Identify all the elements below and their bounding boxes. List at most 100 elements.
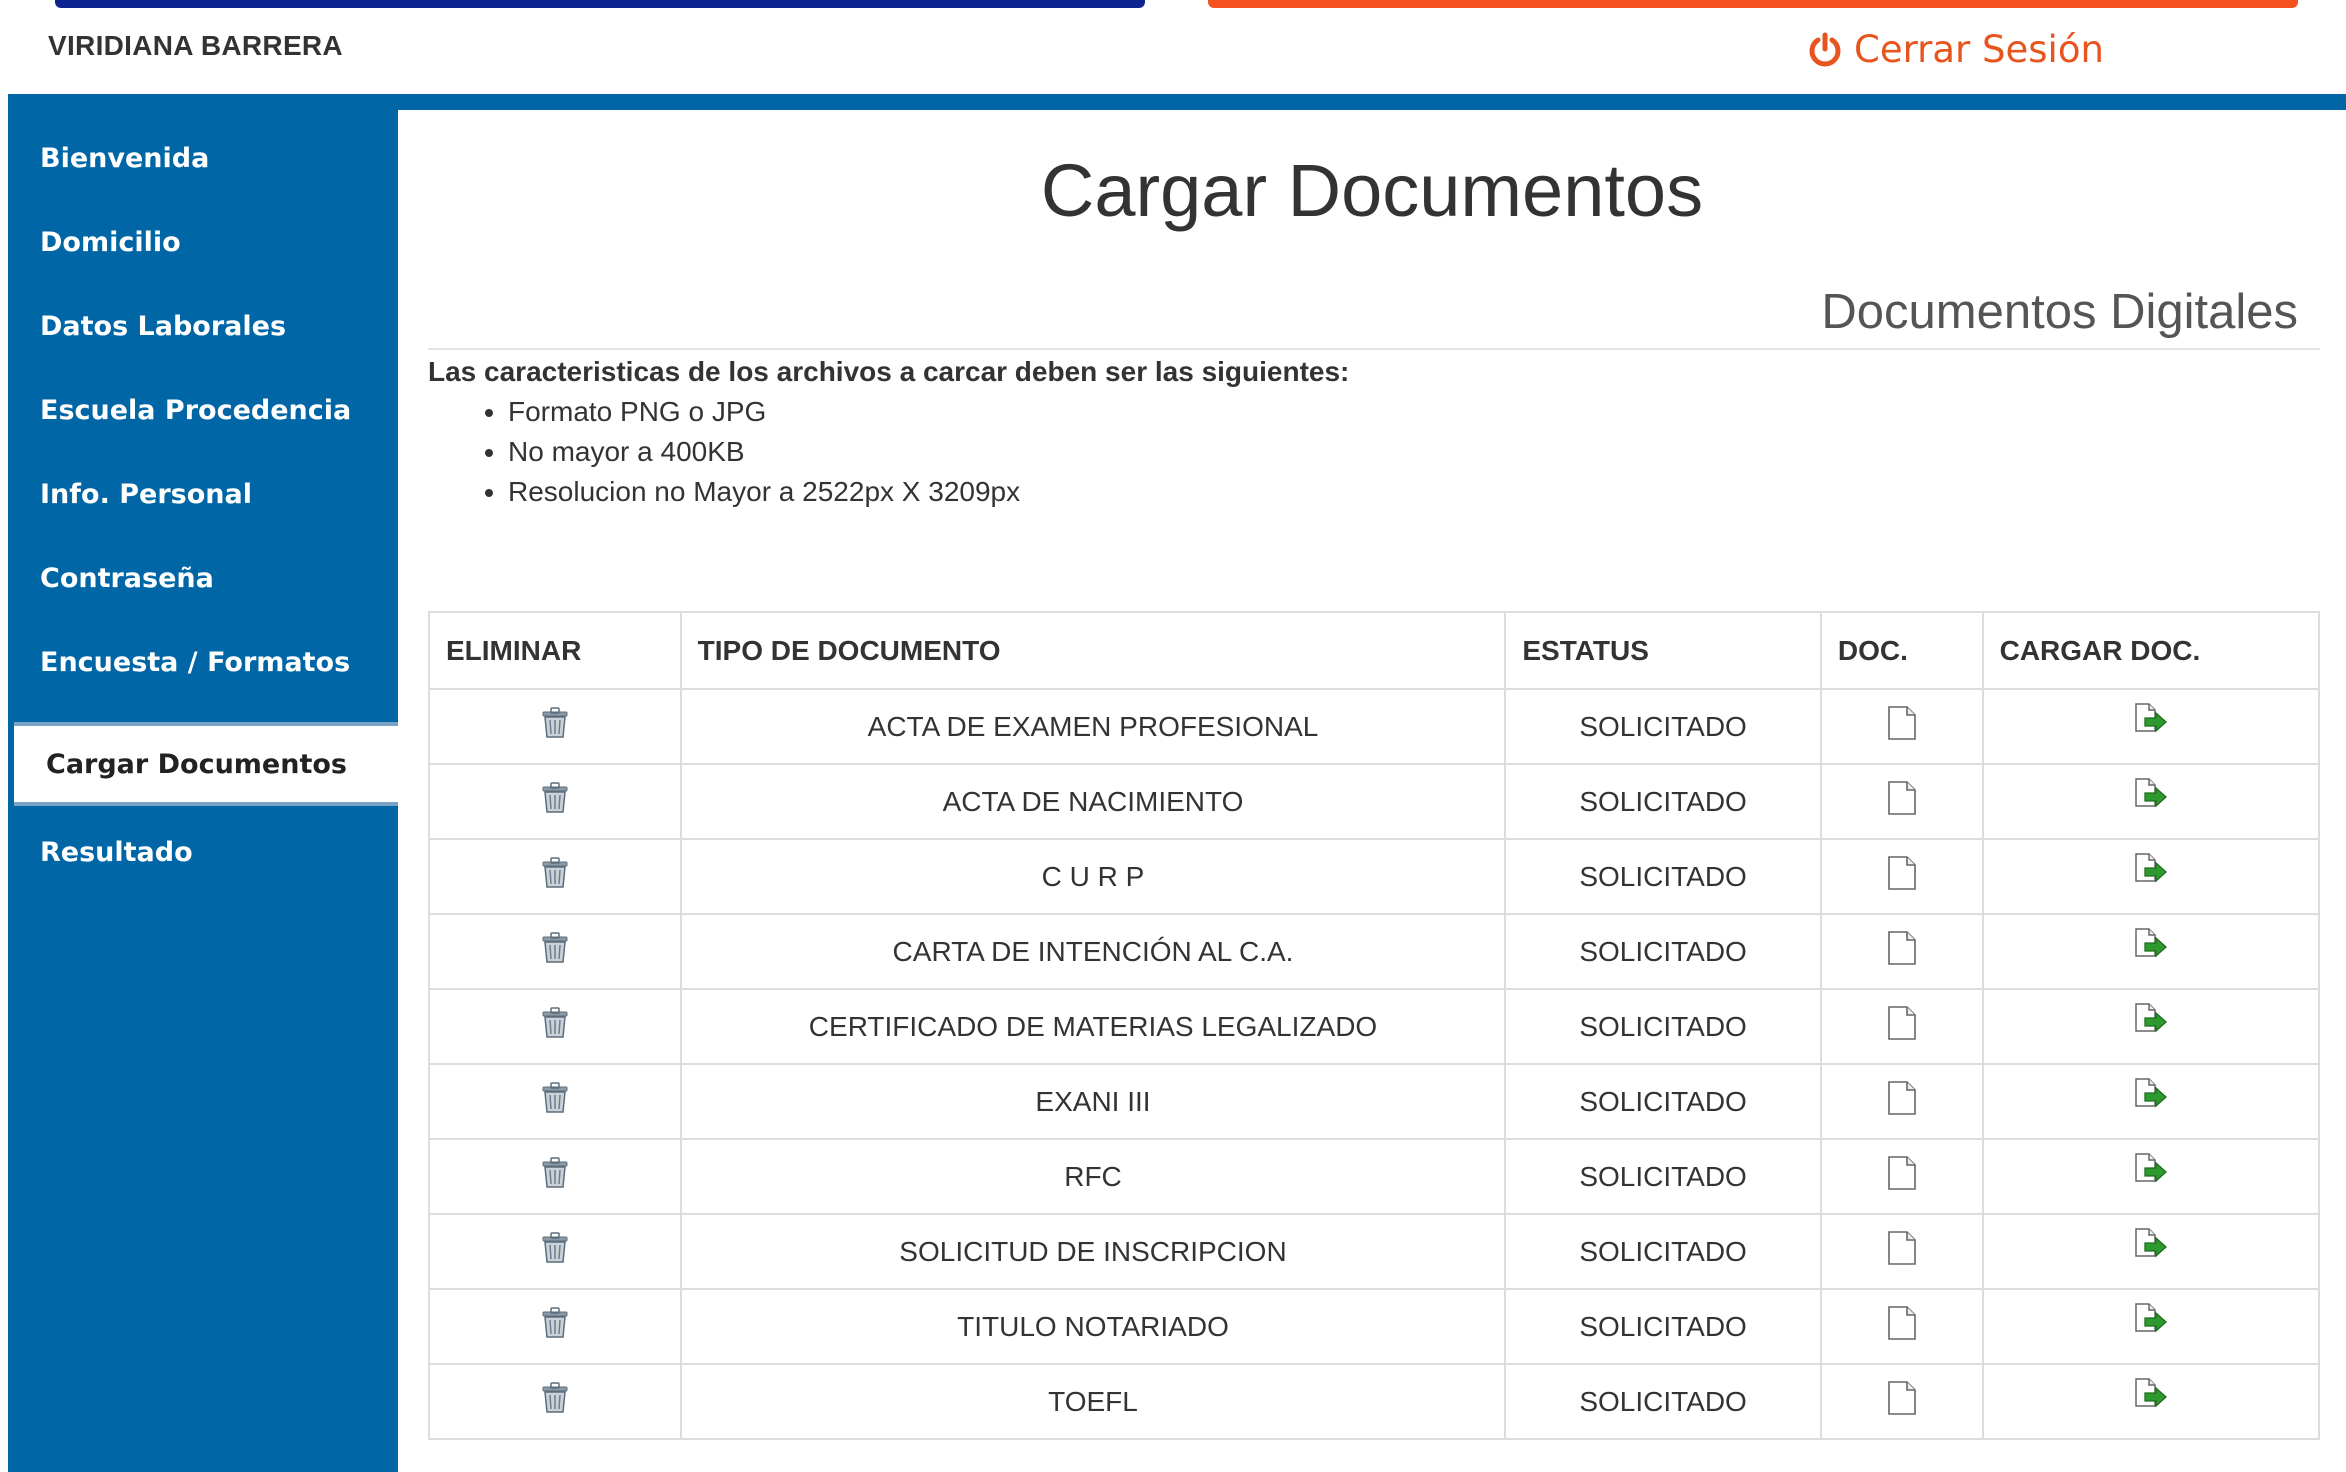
document-icon[interactable] — [1887, 856, 1917, 897]
cell-doc — [1819, 1363, 1984, 1440]
cell-cargar-doc — [1981, 1213, 2321, 1290]
sidebar-item-contrasena[interactable]: Contraseña — [8, 536, 398, 620]
requirement-item: No mayor a 400KB — [508, 432, 1020, 472]
cell-tipo-documento: CARTA DE INTENCIÓN AL C.A. — [679, 913, 1507, 990]
sidebar-item-info-personal[interactable]: Info. Personal — [8, 452, 398, 536]
cell-cargar-doc — [1981, 1138, 2321, 1215]
document-icon[interactable] — [1887, 706, 1917, 747]
cell-cargar-doc — [1981, 1063, 2321, 1140]
left-gutter — [0, 0, 8, 1472]
status-label: SOLICITADO — [1579, 860, 1747, 892]
sidebar-item-escuela-procedencia[interactable]: Escuela Procedencia — [8, 368, 398, 452]
header-orange-bar — [1208, 0, 2298, 8]
section-title: Documentos Digitales — [1821, 285, 2298, 339]
trash-icon[interactable] — [540, 1082, 570, 1121]
cell-tipo-documento: ACTA DE EXAMEN PROFESIONAL — [679, 688, 1507, 765]
document-icon[interactable] — [1887, 781, 1917, 822]
cell-doc — [1819, 988, 1984, 1065]
upload-arrow-icon[interactable] — [2134, 1153, 2168, 1192]
cell-estatus: SOLICITADO — [1504, 763, 1822, 840]
document-type-label: C U R P — [1041, 860, 1145, 892]
cell-cargar-doc — [1981, 838, 2321, 915]
status-label: SOLICITADO — [1579, 1385, 1747, 1417]
document-icon[interactable] — [1887, 1381, 1917, 1422]
cell-tipo-documento: EXANI III — [679, 1063, 1507, 1140]
sidebar-item-label: Datos Laborales — [40, 310, 287, 342]
header-blue-bar — [55, 0, 1145, 8]
sidebar-item-label: Escuela Procedencia — [40, 394, 352, 426]
cell-doc — [1819, 913, 1984, 990]
cell-estatus: SOLICITADO — [1504, 988, 1822, 1065]
cell-estatus: SOLICITADO — [1504, 1063, 1822, 1140]
document-icon[interactable] — [1887, 1156, 1917, 1197]
upload-arrow-icon[interactable] — [2134, 778, 2168, 817]
sidebar-item-bienvenida[interactable]: Bienvenida — [8, 116, 398, 200]
trash-icon[interactable] — [540, 857, 570, 896]
document-type-label: EXANI III — [1035, 1085, 1151, 1117]
sidebar-item-encuesta-formatos[interactable]: Encuesta / Formatos — [8, 620, 398, 704]
cell-eliminar — [428, 913, 682, 990]
document-type-label: ACTA DE EXAMEN PROFESIONAL — [867, 710, 1319, 742]
table-row: EXANI III SOLICITADO — [428, 1063, 2321, 1140]
document-type-label: RFC — [1064, 1160, 1122, 1192]
document-type-label: CERTIFICADO DE MATERIAS LEGALIZADO — [808, 1010, 1378, 1042]
upload-arrow-icon[interactable] — [2134, 1303, 2168, 1342]
cell-doc — [1819, 1288, 1984, 1365]
sidebar-item-label: Resultado — [40, 836, 193, 868]
cell-estatus: SOLICITADO — [1504, 688, 1822, 765]
table-row: SOLICITUD DE INSCRIPCION SOLICITADO — [428, 1213, 2321, 1290]
trash-icon[interactable] — [540, 932, 570, 971]
cell-tipo-documento: CERTIFICADO DE MATERIAS LEGALIZADO — [679, 988, 1507, 1065]
sidebar-item-resultado[interactable]: Resultado — [8, 810, 398, 894]
upload-arrow-icon[interactable] — [2134, 703, 2168, 742]
cell-tipo-documento: TITULO NOTARIADO — [679, 1288, 1507, 1365]
cell-cargar-doc — [1981, 988, 2321, 1065]
header-eliminar: ELIMINAR — [428, 611, 682, 690]
upload-arrow-icon[interactable] — [2134, 928, 2168, 967]
cell-tipo-documento: RFC — [679, 1138, 1507, 1215]
trash-icon[interactable] — [540, 1307, 570, 1346]
requirements-list: Formato PNG o JPG No mayor a 400KB Resol… — [428, 392, 1020, 512]
upload-arrow-icon[interactable] — [2134, 1378, 2168, 1417]
trash-icon[interactable] — [540, 1382, 570, 1421]
cell-eliminar — [428, 1363, 682, 1440]
table-row: ACTA DE NACIMIENTO SOLICITADO — [428, 763, 2321, 840]
document-icon[interactable] — [1887, 1306, 1917, 1347]
cell-tipo-documento: C U R P — [679, 838, 1507, 915]
page-title: Cargar Documentos — [1040, 149, 1704, 232]
cell-eliminar — [428, 1288, 682, 1365]
status-label: SOLICITADO — [1579, 1010, 1747, 1042]
header-estatus: ESTATUS — [1504, 611, 1822, 690]
cell-cargar-doc — [1981, 913, 2321, 990]
sidebar-item-datos-laborales[interactable]: Datos Laborales — [8, 284, 398, 368]
sidebar-item-cargar-documentos[interactable]: Cargar Documentos — [14, 722, 398, 806]
upload-arrow-icon[interactable] — [2134, 1228, 2168, 1267]
trash-icon[interactable] — [540, 782, 570, 821]
status-label: SOLICITADO — [1579, 1310, 1747, 1342]
table-body: ACTA DE EXAMEN PROFESIONAL SOLICITADO ACTA… — [428, 688, 2321, 1440]
top-header: VIRIDIANA BARRERA Cerrar Sesión — [0, 0, 2346, 94]
upload-arrow-icon[interactable] — [2134, 853, 2168, 892]
cell-doc — [1819, 1138, 1984, 1215]
status-label: SOLICITADO — [1579, 935, 1747, 967]
upload-arrow-icon[interactable] — [2134, 1078, 2168, 1117]
cell-estatus: SOLICITADO — [1504, 1363, 1822, 1440]
sidebar-item-domicilio[interactable]: Domicilio — [8, 200, 398, 284]
document-icon[interactable] — [1887, 1081, 1917, 1122]
document-icon[interactable] — [1887, 1006, 1917, 1047]
document-icon[interactable] — [1887, 931, 1917, 972]
document-type-label: CARTA DE INTENCIÓN AL C.A. — [892, 935, 1294, 967]
requirements-heading: Las caracteristicas de los archivos a ca… — [428, 356, 1350, 387]
trash-icon[interactable] — [540, 1157, 570, 1196]
upload-arrow-icon[interactable] — [2134, 1003, 2168, 1042]
documents-table: ELIMINAR TIPO DE DOCUMENTO ESTATUS DOC. … — [428, 611, 2321, 1440]
logout-button[interactable]: Cerrar Sesión — [1808, 28, 2104, 71]
status-label: SOLICITADO — [1579, 1085, 1747, 1117]
trash-icon[interactable] — [540, 707, 570, 746]
document-icon[interactable] — [1887, 1231, 1917, 1272]
logout-label: Cerrar Sesión — [1854, 28, 2104, 71]
document-type-label: ACTA DE NACIMIENTO — [942, 785, 1244, 817]
trash-icon[interactable] — [540, 1007, 570, 1046]
cell-doc — [1819, 688, 1984, 765]
trash-icon[interactable] — [540, 1232, 570, 1271]
